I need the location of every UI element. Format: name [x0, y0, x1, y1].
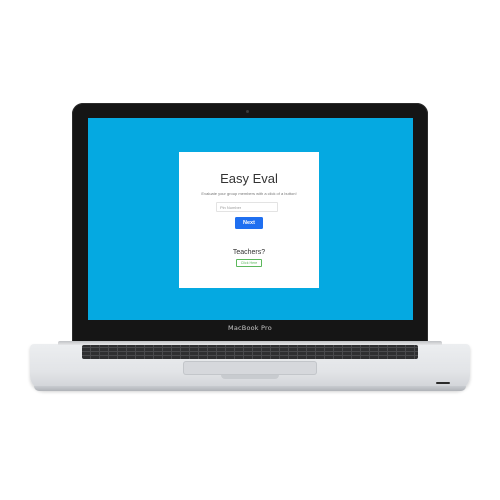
sleep-indicator-light	[436, 382, 450, 384]
app-subtitle: Evaluate your group members with a click…	[201, 191, 297, 196]
login-card: Easy Eval Evaluate your group members wi…	[179, 152, 319, 288]
lid-notch	[221, 375, 279, 379]
teachers-label: Teachers?	[232, 249, 266, 256]
laptop-front-edge	[34, 386, 466, 391]
webcam	[246, 110, 249, 113]
next-button[interactable]: Next	[235, 217, 263, 229]
teacher-click-here-button[interactable]: Click Here	[236, 259, 262, 267]
app-title: Easy Eval	[220, 171, 278, 186]
laptop-trackpad	[183, 361, 317, 375]
pin-number-input[interactable]	[216, 202, 278, 212]
photo-scene: Easy Eval Evaluate your group members wi…	[0, 0, 500, 500]
laptop-keyboard	[82, 345, 418, 359]
laptop-screen: Easy Eval Evaluate your group members wi…	[88, 118, 413, 320]
device-label: MacBook Pro	[228, 324, 272, 332]
